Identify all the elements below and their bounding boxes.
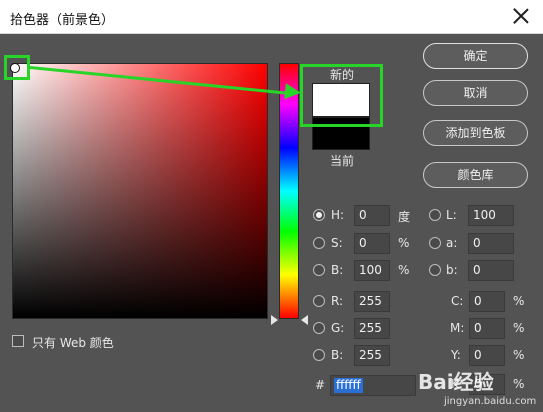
- saturation-unit: %: [398, 236, 410, 250]
- hue-label: H:: [331, 208, 345, 222]
- web-colors-only-label: 只有 Web 颜色: [32, 336, 114, 350]
- red-label: R:: [331, 294, 344, 308]
- saturation-field[interactable]: 0: [354, 233, 390, 254]
- red-field[interactable]: 255: [354, 291, 390, 312]
- brightness-label: B:: [331, 263, 344, 277]
- hex-label: #: [315, 378, 326, 392]
- hue-field[interactable]: 0: [354, 205, 390, 226]
- field-marker-highlight: [4, 55, 30, 80]
- magenta-unit: %: [513, 321, 525, 335]
- lab-a-field[interactable]: 0: [468, 233, 514, 254]
- ok-button[interactable]: 确定: [423, 43, 528, 69]
- hue-unit: 度: [398, 210, 411, 224]
- hue-slider-right-arrow-icon[interactable]: [301, 315, 308, 325]
- watermark-url: jingyan.baidu.com: [444, 396, 537, 407]
- hex-value: ffffff: [334, 378, 363, 393]
- cyan-unit: %: [513, 294, 525, 308]
- brightness-unit: %: [398, 263, 410, 277]
- magenta-label: M:: [450, 321, 465, 335]
- watermark-brand: Bai经验: [418, 370, 494, 394]
- lab-l-radio[interactable]: [429, 209, 441, 221]
- hue-slider[interactable]: [279, 63, 299, 319]
- yellow-unit: %: [513, 348, 525, 362]
- black-unit: %: [513, 377, 525, 391]
- close-icon[interactable]: [511, 6, 531, 26]
- saturation-radio[interactable]: [313, 237, 325, 249]
- hue-slider-left-arrow-icon[interactable]: [271, 315, 278, 325]
- blue-label: B:: [331, 348, 344, 362]
- blue-field[interactable]: 255: [354, 345, 390, 366]
- brightness-radio[interactable]: [313, 264, 325, 276]
- blue-radio[interactable]: [313, 349, 325, 361]
- lab-l-field[interactable]: 100: [468, 205, 514, 226]
- yellow-label: Y:: [451, 348, 461, 362]
- lab-l-label: L:: [446, 208, 457, 222]
- lab-a-label: a:: [446, 236, 458, 250]
- yellow-field[interactable]: 0: [469, 345, 505, 366]
- current-color-label: 当前: [330, 154, 355, 168]
- web-colors-only-checkbox[interactable]: [12, 335, 24, 347]
- hex-field[interactable]: ffffff: [330, 375, 416, 396]
- window-title: 拾色器（前景色）: [10, 13, 115, 28]
- green-label: G:: [331, 321, 345, 335]
- color-libraries-button[interactable]: 颜色库: [423, 162, 528, 188]
- add-to-swatches-button[interactable]: 添加到色板: [423, 120, 528, 146]
- title-bar: 拾色器（前景色）: [0, 0, 543, 34]
- lab-b-field[interactable]: 0: [468, 260, 514, 281]
- color-field[interactable]: [12, 63, 268, 319]
- green-radio[interactable]: [313, 322, 325, 334]
- annotation-arrow-head-icon: [284, 83, 302, 101]
- magenta-field[interactable]: 0: [469, 318, 505, 339]
- lab-a-radio[interactable]: [429, 237, 441, 249]
- lab-b-radio[interactable]: [429, 264, 441, 276]
- green-field[interactable]: 255: [354, 318, 390, 339]
- cyan-field[interactable]: 0: [469, 291, 505, 312]
- cyan-label: C:: [451, 294, 464, 308]
- cancel-button[interactable]: 取消: [423, 80, 528, 106]
- new-color-highlight: [300, 64, 383, 127]
- hue-radio[interactable]: [313, 209, 325, 221]
- brightness-field[interactable]: 100: [354, 260, 390, 281]
- saturation-label: S:: [331, 236, 343, 250]
- lab-b-label: b:: [446, 263, 458, 277]
- red-radio[interactable]: [313, 295, 325, 307]
